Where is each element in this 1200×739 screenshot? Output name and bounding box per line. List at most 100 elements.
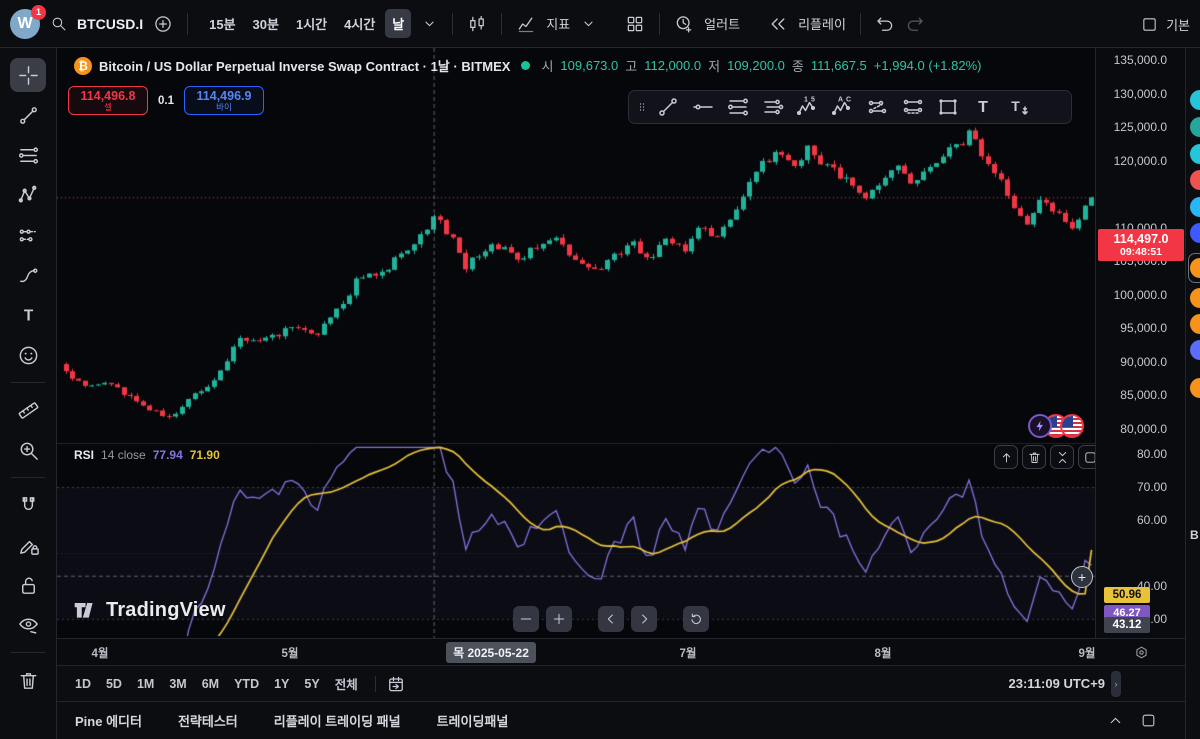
right-strip-item-3[interactable] <box>1190 170 1200 190</box>
alert-button[interactable]: 얼러트 <box>704 14 740 33</box>
elliott-wave-icon[interactable]: 15 <box>793 94 823 120</box>
timeframe-2[interactable]: 1시간 <box>289 9 334 38</box>
clock[interactable]: 23:11:09 UTC+9 <box>1009 676 1105 691</box>
drag-handle-icon[interactable] <box>636 94 648 120</box>
horizontal-ray-icon[interactable] <box>688 94 718 120</box>
sell-button[interactable]: 114,496.8 셀 <box>68 86 148 115</box>
pattern-b-icon[interactable] <box>898 94 928 120</box>
layout-save-icon[interactable] <box>1141 16 1158 33</box>
indicators-button[interactable]: 지표 <box>546 14 570 33</box>
undo-icon[interactable] <box>875 14 895 34</box>
tool-trend-line[interactable] <box>10 98 46 132</box>
event-flags[interactable] <box>1028 414 1084 438</box>
range-5Y[interactable]: 5Y <box>304 677 319 691</box>
indicators-icon[interactable] <box>516 14 536 34</box>
right-strip-item-8[interactable] <box>1190 314 1200 334</box>
add-alert-plus-icon[interactable]: + <box>1071 566 1093 588</box>
bottom-tab-1[interactable]: 전략테스터 <box>178 711 238 730</box>
layout-grid-icon[interactable] <box>625 14 645 34</box>
range-1D[interactable]: 1D <box>75 677 91 691</box>
right-strip-item-5[interactable] <box>1190 223 1200 243</box>
replay-icon[interactable] <box>768 14 788 34</box>
timeframe-dropdown-icon[interactable] <box>421 15 438 32</box>
tool-zoom-in[interactable] <box>10 433 46 467</box>
tool-lock[interactable] <box>10 568 46 602</box>
timeframe-0[interactable]: 15분 <box>202 9 242 38</box>
right-strip-item-1[interactable] <box>1190 117 1200 137</box>
nav-chevron-right-button[interactable] <box>631 606 657 632</box>
tool-brush[interactable] <box>10 258 46 292</box>
chart-title[interactable]: Bitcoin / US Dollar Perpetual Inverse Sw… <box>99 56 510 75</box>
right-strip-item-4[interactable] <box>1190 197 1200 217</box>
text-icon[interactable]: T <box>968 94 998 120</box>
alert-icon[interactable] <box>674 14 694 34</box>
tool-emoji[interactable] <box>10 338 46 372</box>
bottom-tab-3[interactable]: 트레이딩패널 <box>437 711 509 730</box>
range-1Y[interactable]: 1Y <box>274 677 289 691</box>
rsi-legend[interactable]: RSI 14 close 77.94 71.90 <box>74 448 220 462</box>
right-strip-item-7[interactable] <box>1190 288 1200 308</box>
right-strip-item-2[interactable] <box>1190 144 1200 164</box>
tool-fib-retracement[interactable] <box>10 138 46 172</box>
right-strip-item-0[interactable] <box>1190 90 1200 110</box>
trend-line-icon[interactable] <box>653 94 683 120</box>
nav-chevron-left-button[interactable] <box>598 606 624 632</box>
layout-name-button[interactable]: 기본 <box>1166 15 1190 34</box>
rsi-arrow-up-button[interactable] <box>994 445 1018 469</box>
rsi-collapse-button[interactable] <box>1050 445 1074 469</box>
tool-magnet[interactable] <box>10 488 46 522</box>
price-axis[interactable]: 114,497.0 09:48:51 50.96 46.27 43.12 135… <box>1095 48 1185 638</box>
range-3M[interactable]: 3M <box>169 677 186 691</box>
fib-channel-icon[interactable] <box>758 94 788 120</box>
panel-maximize-icon[interactable] <box>1140 712 1157 729</box>
fib-retracement-icon[interactable] <box>723 94 753 120</box>
nav-minus-button[interactable] <box>513 606 539 632</box>
right-strip-item-11[interactable]: B <box>1190 528 1199 542</box>
rsi-trash-button[interactable] <box>1022 445 1046 469</box>
tool-xabcd-pattern[interactable] <box>10 178 46 212</box>
tool-drawing-lock[interactable] <box>10 528 46 562</box>
redo-icon[interactable] <box>905 14 925 34</box>
tool-forecast[interactable] <box>10 218 46 252</box>
range-5D[interactable]: 5D <box>106 677 122 691</box>
bottom-tab-0[interactable]: Pine 에디터 <box>75 711 142 730</box>
buy-button[interactable]: 114,496.9 바이 <box>184 86 264 115</box>
range-전체[interactable]: 전체 <box>335 674 358 693</box>
search-icon[interactable] <box>50 15 67 32</box>
user-avatar[interactable]: W1 <box>10 9 40 39</box>
tool-text[interactable]: T <box>10 298 46 332</box>
range-6M[interactable]: 6M <box>202 677 219 691</box>
replay-button[interactable]: 리플레이 <box>798 14 846 33</box>
timeframe-3[interactable]: 4시간 <box>337 9 382 38</box>
compare-add-icon[interactable] <box>153 14 173 34</box>
symbol-search-button[interactable]: BTCUSD.I <box>77 16 143 32</box>
chart-canvas[interactable] <box>57 48 1095 638</box>
indicators-dropdown-icon[interactable] <box>580 15 597 32</box>
panel-collapse-handle[interactable]: › <box>1111 671 1121 697</box>
timeframe-4[interactable]: 날 <box>385 9 411 38</box>
timeframe-1[interactable]: 30분 <box>246 9 286 38</box>
anchored-text-icon[interactable]: T <box>1003 94 1033 120</box>
time-axis[interactable]: 목 2025-05-22 4월5월6월7월8월9월 <box>57 638 1185 665</box>
range-1M[interactable]: 1M <box>137 677 154 691</box>
chart-legend[interactable]: ₿ Bitcoin / US Dollar Perpetual Inverse … <box>74 56 981 75</box>
abc-pattern-icon[interactable]: AC <box>828 94 858 120</box>
go-to-date-icon[interactable] <box>386 674 406 694</box>
bottom-tab-2[interactable]: 리플레이 트레이딩 패널 <box>274 711 401 730</box>
chart-style-icon[interactable] <box>467 14 487 34</box>
rectangle-icon[interactable] <box>933 94 963 120</box>
nav-plus-button[interactable] <box>546 606 572 632</box>
right-strip-item-9[interactable] <box>1190 340 1200 360</box>
event-flag-purple[interactable] <box>1028 414 1052 438</box>
right-sidebar-strip[interactable]: B <box>1185 48 1200 739</box>
panel-expand-icon[interactable] <box>1107 712 1124 729</box>
time-axis-settings-icon[interactable] <box>1133 644 1150 661</box>
tool-crosshair[interactable] <box>10 58 46 92</box>
range-YTD[interactable]: YTD <box>234 677 259 691</box>
tool-ruler[interactable] <box>10 393 46 427</box>
pattern-a-icon[interactable] <box>863 94 893 120</box>
event-flag-us[interactable] <box>1060 414 1084 438</box>
nav-reset-button[interactable] <box>683 606 709 632</box>
tool-hide-drawings[interactable] <box>10 608 46 642</box>
tool-trash[interactable] <box>10 663 46 697</box>
